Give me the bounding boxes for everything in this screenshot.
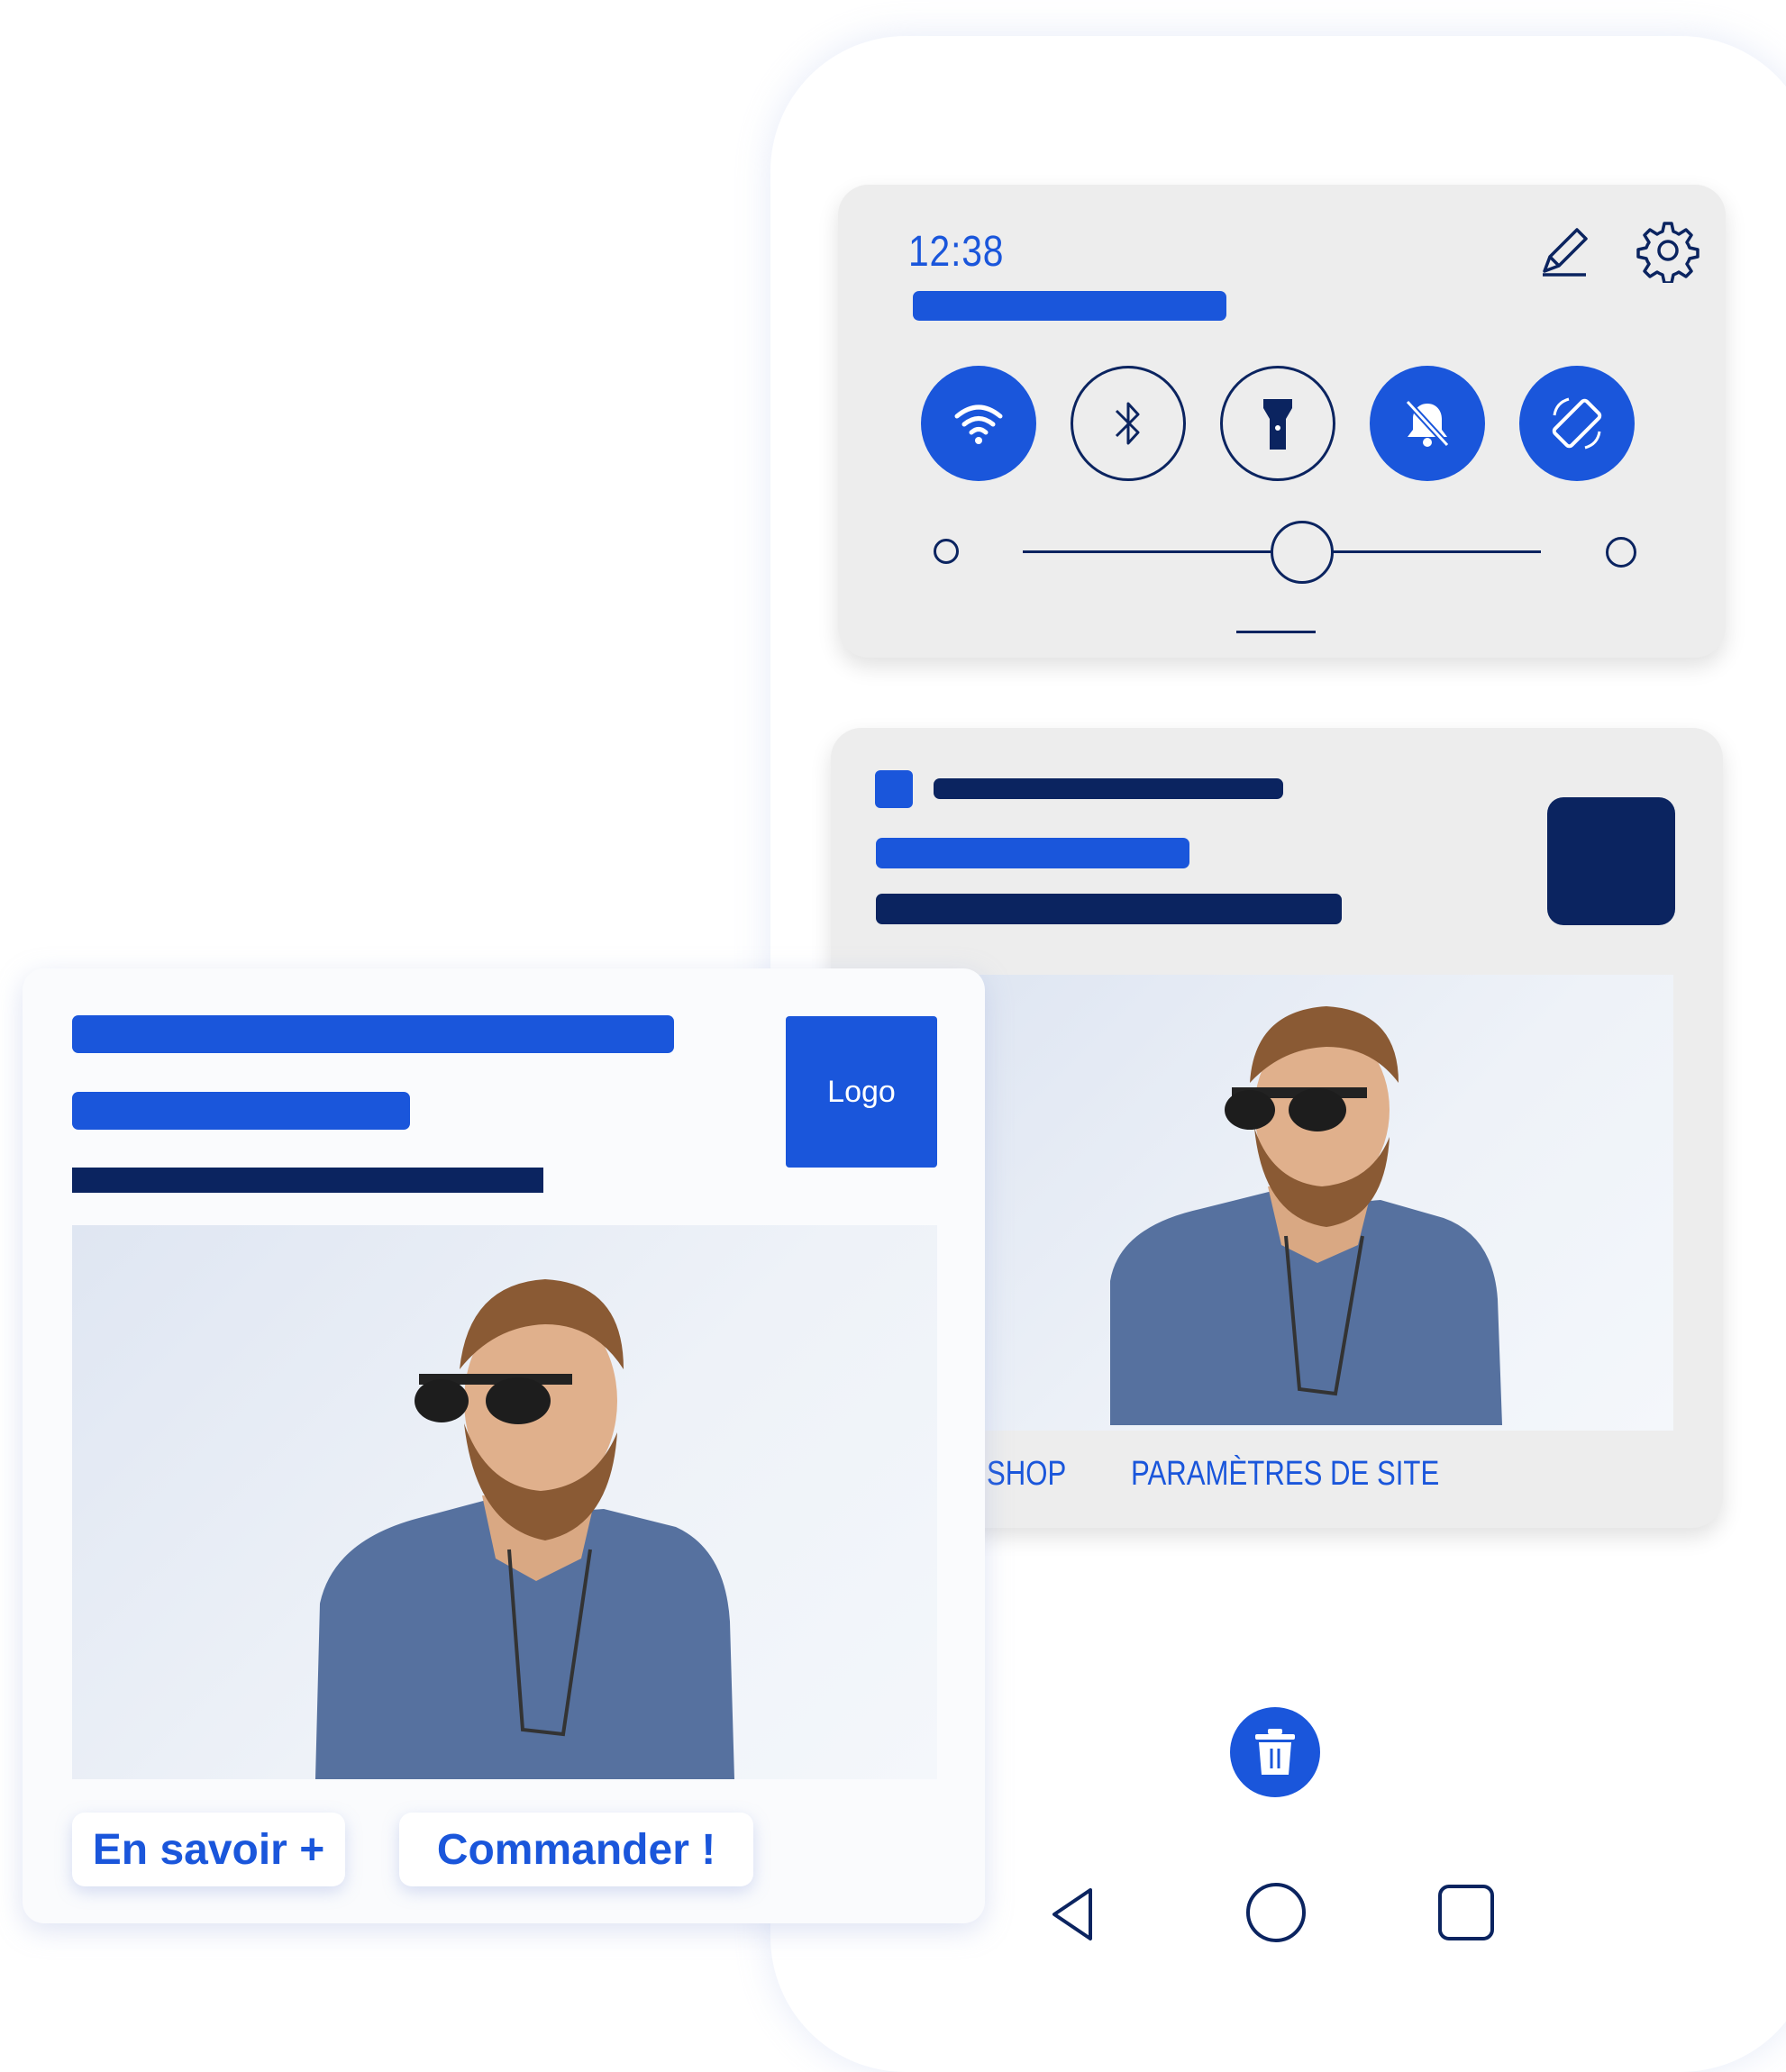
auto-rotate-toggle[interactable] (1519, 366, 1635, 481)
logo-label: Logo (827, 1074, 896, 1109)
home-nav-button[interactable] (1246, 1883, 1306, 1942)
panel-drag-handle[interactable] (1236, 631, 1316, 633)
placeholder-line (876, 894, 1342, 924)
rotate-icon (1552, 397, 1602, 450)
app-icon (875, 770, 913, 808)
placeholder-line (72, 1092, 410, 1130)
wifi-toggle[interactable] (921, 366, 1036, 481)
placeholder-line (72, 1015, 674, 1053)
site-settings-action[interactable]: PARAMÈTRES DE SITE (1131, 1455, 1439, 1494)
back-triangle-icon (1052, 1888, 1092, 1940)
recents-nav-button[interactable] (1438, 1885, 1494, 1940)
status-time: 12:38 (908, 228, 1005, 276)
brightness-thumb[interactable] (1271, 521, 1334, 584)
notification-photo (975, 975, 1673, 1431)
logo-placeholder: Logo (786, 1016, 937, 1168)
trash-icon (1255, 1729, 1295, 1775)
order-button[interactable]: Commander ! (399, 1813, 753, 1886)
do-not-disturb-toggle[interactable] (1370, 366, 1485, 481)
bell-off-icon (1405, 399, 1450, 448)
placeholder-line (876, 838, 1189, 868)
brightness-low-icon (934, 539, 959, 564)
flashlight-toggle[interactable] (1220, 366, 1335, 481)
learn-more-button[interactable]: En savoir + (72, 1813, 345, 1886)
product-photo (72, 1225, 937, 1779)
placeholder-line (934, 778, 1283, 799)
notification-thumbnail (1547, 797, 1675, 925)
bluetooth-icon (1115, 402, 1140, 445)
flashlight-icon (1263, 399, 1292, 450)
placeholder-line (913, 291, 1226, 321)
edit-icon[interactable] (1532, 221, 1595, 284)
back-nav-button[interactable] (1045, 1883, 1099, 1946)
bluetooth-toggle[interactable] (1071, 366, 1186, 481)
clear-notifications-button[interactable] (1230, 1707, 1320, 1797)
shop-action[interactable]: SHOP (987, 1455, 1066, 1494)
wifi-icon (954, 404, 1003, 444)
placeholder-line (72, 1168, 543, 1193)
brightness-high-icon (1606, 537, 1636, 568)
gear-icon[interactable] (1636, 218, 1700, 285)
